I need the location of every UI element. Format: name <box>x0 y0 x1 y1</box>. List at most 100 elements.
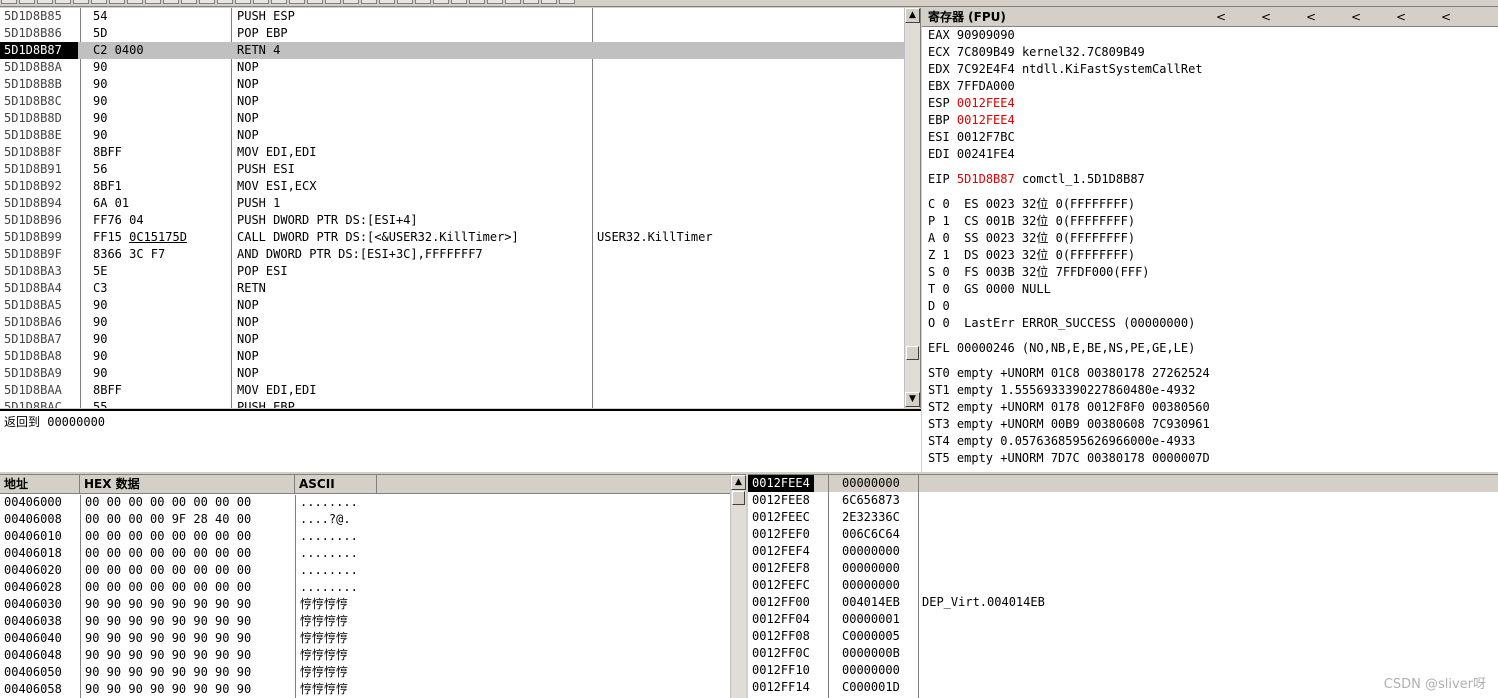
register-arrow-button[interactable]: < <box>1441 8 1486 27</box>
toolbar-button[interactable] <box>487 0 503 4</box>
dump-row[interactable]: 00406008 00 00 00 00 9F 28 40 00 ....?@. <box>0 511 746 528</box>
toolbar-button[interactable] <box>253 0 269 4</box>
dump-row[interactable]: 00406038 90 90 90 90 90 90 90 90 悙悙悙悙 <box>0 613 746 630</box>
stack-row[interactable]: 0012FEF4 00000000 <box>748 543 1498 560</box>
scroll-down-button[interactable]: ▼ <box>905 392 920 407</box>
toolbar-button[interactable] <box>199 0 215 4</box>
dump-row[interactable]: 00406010 00 00 00 00 00 00 00 00........ <box>0 528 746 545</box>
eip-register[interactable]: EIP 5D1D8B87 comctl_1.5D1D8B87 <box>922 171 1498 188</box>
stack-pane[interactable]: 0012FEE4 00000000 0012FEE8 6C656873 0012FEEC… <box>748 474 1498 698</box>
register-row[interactable]: ESP 0012FEE4 <box>922 95 1498 112</box>
dump-row[interactable]: 00406000 00 00 00 00 00 00 00 00........ <box>0 494 746 511</box>
disasm-row[interactable]: 5D1D8B86 5D POP EBP <box>0 25 920 42</box>
disasm-row[interactable]: 5D1D8BA6 90 NOP <box>0 314 920 331</box>
stack-row[interactable]: 0012FEF0 006C6C64 <box>748 526 1498 543</box>
scroll-up-button[interactable]: ▲ <box>731 475 746 490</box>
stack-row[interactable]: 0012FEEC 2E32336C <box>748 509 1498 526</box>
flag-row[interactable]: P 1 CS 001B 32位 0(FFFFFFFF) <box>922 213 1498 230</box>
dump-row[interactable]: 00406048 90 90 90 90 90 90 90 90 悙悙悙悙 <box>0 647 746 664</box>
fpu-register-row[interactable]: ST0 empty +UNORM 01C8 00380178 27262524 <box>922 365 1498 382</box>
flag-row[interactable]: A 0 SS 0023 32位 0(FFFFFFFF) <box>922 230 1498 247</box>
stack-row[interactable]: 0012FEE8 6C656873 <box>748 492 1498 509</box>
flag-row[interactable]: D 0 <box>922 298 1498 315</box>
toolbar-button[interactable] <box>343 0 359 4</box>
disasm-row[interactable]: 5D1D8B8F 8BFF MOV EDI,EDI <box>0 144 920 161</box>
disasm-row[interactable]: 5D1D8B96 FF76 04 PUSH DWORD PTR DS:[ESI+4] <box>0 212 920 229</box>
toolbar-button[interactable] <box>91 0 107 4</box>
toolbar-button[interactable] <box>127 0 143 4</box>
registers-pane[interactable]: 寄存器 (FPU) < < < < < < EAX 90909090 ECX 7C809B… <box>922 8 1498 472</box>
disasm-row[interactable]: 5D1D8BA5 90 NOP <box>0 297 920 314</box>
toolbar-button[interactable] <box>271 0 287 4</box>
toolbar-button[interactable] <box>451 0 467 4</box>
dump-header-ascii[interactable]: ASCII <box>295 475 377 494</box>
register-row[interactable]: ESI 0012F7BC <box>922 129 1498 146</box>
stack-row[interactable]: 0012FF0C 0000000B <box>748 645 1498 662</box>
disasm-row[interactable]: 5D1D8B85 54 PUSH ESP <box>0 8 920 25</box>
efl-register[interactable]: EFL 00000246 (NO,NB,E,BE,NS,PE,GE,LE) <box>922 340 1498 357</box>
toolbar-button[interactable] <box>523 0 539 4</box>
disassembly-pane[interactable]: 5D1D8B85 54 PUSH ESP 5D1D8B86 5D POP EBP 5D1D8… <box>0 8 921 408</box>
register-arrow-button[interactable]: < <box>1216 8 1261 27</box>
disasm-row[interactable]: 5D1D8B92 8BF1 MOV ESI,ECX <box>0 178 920 195</box>
disasm-row[interactable]: 5D1D8BA4 C3 RETN <box>0 280 920 297</box>
dump-row[interactable]: 00406028 00 00 00 00 00 00 00 00........ <box>0 579 746 596</box>
toolbar-button[interactable] <box>307 0 323 4</box>
disasm-row[interactable]: 5D1D8BA7 90 NOP <box>0 331 920 348</box>
disasm-row[interactable]: 5D1D8B9F 8366 3C F7 AND DWORD PTR DS:[ESI+… <box>0 246 920 263</box>
toolbar-button[interactable] <box>505 0 521 4</box>
stack-row[interactable]: 0012FF04 00000001 <box>748 611 1498 628</box>
toolbar-button[interactable] <box>109 0 125 4</box>
fpu-register-row[interactable]: ST3 empty +UNORM 00B9 00380608 7C930961 <box>922 416 1498 433</box>
scroll-up-button[interactable]: ▲ <box>905 8 920 23</box>
dump-row[interactable]: 00406020 00 00 00 00 00 00 00 00........ <box>0 562 746 579</box>
register-row[interactable]: EBP 0012FEE4 <box>922 112 1498 129</box>
toolbar-button[interactable] <box>1 0 17 4</box>
register-row[interactable]: ECX 7C809B49 kernel32.7C809B49 <box>922 44 1498 61</box>
disasm-row[interactable]: 5D1D8BAA 8BFF MOV EDI,EDI <box>0 382 920 399</box>
register-row[interactable]: EBX 7FFDA000 <box>922 78 1498 95</box>
toolbar-button[interactable] <box>55 0 71 4</box>
fpu-register-row[interactable]: ST2 empty +UNORM 0178 0012F8F0 00380560 <box>922 399 1498 416</box>
disassembly-scrollbar[interactable]: ▲ ▼ <box>904 8 920 408</box>
dump-row[interactable]: 00406050 90 90 90 90 90 90 90 90 悙悙悙悙 <box>0 664 746 681</box>
disasm-row[interactable]: 5D1D8B87 C2 0400 RETN 4 <box>0 42 920 59</box>
register-arrow-button[interactable]: < <box>1306 8 1351 27</box>
toolbar-button[interactable] <box>37 0 53 4</box>
disasm-row[interactable]: 5D1D8B8D 90 NOP <box>0 110 920 127</box>
flag-row[interactable]: O 0 LastErr ERROR_SUCCESS (00000000) <box>922 315 1498 332</box>
dump-row[interactable]: 00406030 90 90 90 90 90 90 90 90 悙悙悙悙 <box>0 596 746 613</box>
register-row[interactable]: EAX 90909090 <box>922 27 1498 44</box>
dump-row[interactable]: 00406040 90 90 90 90 90 90 90 90 悙悙悙悙 <box>0 630 746 647</box>
register-arrow-button[interactable]: < <box>1351 8 1396 27</box>
disasm-row[interactable]: 5D1D8B99 FF15 0C15175D CALL DWORD PTR DS:[… <box>0 229 920 246</box>
disasm-row[interactable]: 5D1D8B8E 90 NOP <box>0 127 920 144</box>
memory-dump-pane[interactable]: 地址 HEX 数据 ASCII 00406000 00 00 00 00 00 0… <box>0 474 746 698</box>
fpu-register-row[interactable]: ST4 empty 0.0576368595626966000e-4933 <box>922 433 1498 450</box>
toolbar-button[interactable] <box>163 0 179 4</box>
dump-row[interactable]: 00406058 90 90 90 90 90 90 90 90 悙悙悙悙 <box>0 681 746 698</box>
flag-row[interactable]: Z 1 DS 0023 32位 0(FFFFFFFF) <box>922 247 1498 264</box>
stack-row[interactable]: 0012FEF8 00000000 <box>748 560 1498 577</box>
dump-header-hex[interactable]: HEX 数据 <box>80 475 295 494</box>
toolbar-button[interactable] <box>235 0 251 4</box>
flag-row[interactable]: T 0 GS 0000 NULL <box>922 281 1498 298</box>
disasm-row[interactable]: 5D1D8B8A 90 NOP <box>0 59 920 76</box>
fpu-register-row[interactable]: ST1 empty 1.5556933390227860480e-4932 <box>922 382 1498 399</box>
toolbar-button[interactable] <box>433 0 449 4</box>
toolbar-button[interactable] <box>145 0 161 4</box>
register-arrow-button[interactable]: < <box>1261 8 1306 27</box>
toolbar-button[interactable] <box>361 0 377 4</box>
scroll-thumb[interactable] <box>906 346 919 360</box>
disasm-row[interactable]: 5D1D8B94 6A 01 PUSH 1 <box>0 195 920 212</box>
fpu-register-row[interactable]: ST5 empty +UNORM 7D7C 00380178 0000007D <box>922 450 1498 467</box>
toolbar-button[interactable] <box>289 0 305 4</box>
flag-row[interactable]: S 0 FS 003B 32位 7FFDF000(FFF) <box>922 264 1498 281</box>
stack-row[interactable]: 0012FEE4 00000000 <box>748 475 1498 492</box>
flag-row[interactable]: C 0 ES 0023 32位 0(FFFFFFFF) <box>922 196 1498 213</box>
stack-row[interactable]: 0012FEFC 00000000 <box>748 577 1498 594</box>
toolbar-button[interactable] <box>541 0 557 4</box>
toolbar-button[interactable] <box>415 0 431 4</box>
disasm-row[interactable]: 5D1D8BA8 90 NOP <box>0 348 920 365</box>
scroll-thumb[interactable] <box>732 491 745 505</box>
